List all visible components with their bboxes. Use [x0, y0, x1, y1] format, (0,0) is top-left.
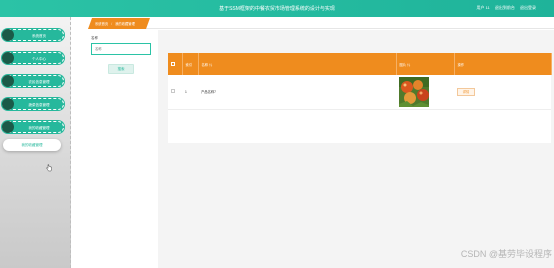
table-row: 1 产品名称7 详情 — [168, 75, 551, 110]
app-title: 基于SSM框架的中餐农贸市场管理系统的设计与实现 — [219, 6, 335, 12]
row-index: 1 — [182, 75, 198, 110]
breadcrumb: 系统首页 / 我的收藏管理 — [88, 18, 150, 29]
top-header: 基于SSM框架的中餐农贸市场管理系统的设计与实现 用户 11 退出到前台 退出登… — [0, 0, 554, 17]
sidebar-item-favorites[interactable]: 我的收藏管理 — [2, 121, 64, 133]
filter-panel: 名称 搜索 — [85, 30, 158, 268]
select-all-header[interactable] — [168, 53, 183, 75]
frontend-link[interactable]: 退出到前台 — [495, 5, 515, 10]
bullet-icon — [2, 75, 14, 87]
bullet-icon — [2, 121, 14, 133]
breadcrumb-bar: 系统首页 / 我的收藏管理 — [88, 18, 554, 29]
name-search-input[interactable] — [91, 43, 151, 55]
sidebar-item-label: 农民信息管理 — [28, 79, 50, 84]
row-action-cell: 详情 — [454, 75, 551, 110]
column-header-image[interactable]: 图片 ⇅ — [396, 53, 455, 75]
row-select-cell[interactable] — [168, 75, 182, 110]
watermark: CSDN @基劳毕设程序 — [460, 249, 552, 259]
bullet-icon — [2, 29, 14, 41]
row-image-cell — [396, 75, 454, 110]
search-button[interactable]: 搜索 — [108, 64, 134, 74]
row-checkbox[interactable] — [171, 89, 175, 94]
sidebar-subitem-favorites[interactable]: 我的收藏管理 — [3, 139, 61, 151]
sidebar-item-label: 我的收藏管理 — [28, 125, 50, 130]
hand-cursor-icon — [46, 164, 52, 172]
sidebar-item-home[interactable]: 系统首页 — [2, 29, 64, 41]
sidebar-item-label: 我的收藏管理 — [21, 142, 43, 147]
select-all-checkbox[interactable] — [171, 61, 175, 66]
table-header-row: 索引 名称 ⇅ 图片 ⇅ 操作 — [168, 53, 552, 75]
username-label: 用户 11 — [476, 5, 490, 10]
detail-button[interactable]: 详情 — [457, 87, 475, 96]
breadcrumb-current: 我的收藏管理 — [115, 22, 135, 26]
product-image — [399, 76, 429, 107]
column-header-action: 操作 — [454, 53, 552, 75]
column-header-index: 索引 — [182, 53, 199, 75]
sidebar-item-label: 个人中心 — [32, 56, 46, 61]
breadcrumb-home[interactable]: 系统首页 — [95, 21, 108, 26]
breadcrumb-separator: / — [111, 21, 113, 26]
filter-name-label: 名称 — [91, 36, 98, 40]
sidebar-item-label: 蔬菜信息管理 — [28, 102, 50, 107]
logout-link[interactable]: 退出登录 — [520, 5, 536, 10]
bullet-icon — [2, 98, 14, 110]
sidebar-item-label: 系统首页 — [32, 33, 46, 38]
sidebar: 系统首页 个人中心 农民信息管理 蔬菜信息管理 我的收藏管理 我的收藏管理 — [0, 17, 71, 268]
bullet-icon — [2, 52, 14, 64]
sidebar-item-farmers[interactable]: 农民信息管理 — [2, 75, 64, 87]
row-name: 产品名称7 — [198, 75, 396, 110]
sidebar-item-vegetables[interactable]: 蔬菜信息管理 — [2, 98, 64, 110]
favorites-table: 索引 名称 ⇅ 图片 ⇅ 操作 1 产品名称7 详情 — [168, 53, 552, 143]
column-header-name[interactable]: 名称 ⇅ — [198, 53, 397, 75]
user-menu: 用户 11 退出到前台 退出登录 — [472, 5, 536, 11]
main-content: 索引 名称 ⇅ 图片 ⇅ 操作 1 产品名称7 详情 — [158, 30, 554, 268]
sidebar-item-profile[interactable]: 个人中心 — [2, 52, 64, 64]
